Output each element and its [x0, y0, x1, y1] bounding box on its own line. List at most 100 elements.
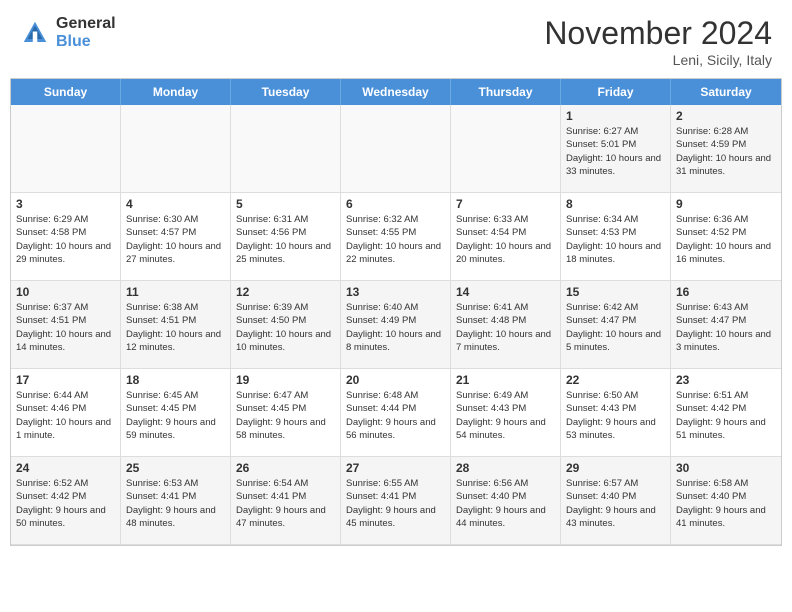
day-number: 19	[236, 373, 335, 387]
day-info: Sunrise: 6:54 AMSunset: 4:41 PMDaylight:…	[236, 477, 335, 530]
day-number: 26	[236, 461, 335, 475]
table-row	[11, 105, 121, 193]
day-info: Sunrise: 6:28 AMSunset: 4:59 PMDaylight:…	[676, 125, 776, 178]
day-info: Sunrise: 6:48 AMSunset: 4:44 PMDaylight:…	[346, 389, 445, 442]
day-number: 21	[456, 373, 555, 387]
day-info: Sunrise: 6:41 AMSunset: 4:48 PMDaylight:…	[456, 301, 555, 354]
table-row	[451, 105, 561, 193]
table-row: 15 Sunrise: 6:42 AMSunset: 4:47 PMDaylig…	[561, 281, 671, 369]
header-saturday: Saturday	[671, 79, 781, 105]
table-row: 16 Sunrise: 6:43 AMSunset: 4:47 PMDaylig…	[671, 281, 781, 369]
day-info: Sunrise: 6:33 AMSunset: 4:54 PMDaylight:…	[456, 213, 555, 266]
day-number: 14	[456, 285, 555, 299]
day-number: 22	[566, 373, 665, 387]
logo: General Blue	[20, 15, 116, 51]
day-number: 17	[16, 373, 115, 387]
logo-text: General Blue	[56, 15, 116, 51]
day-info: Sunrise: 6:44 AMSunset: 4:46 PMDaylight:…	[16, 389, 115, 442]
day-info: Sunrise: 6:42 AMSunset: 4:47 PMDaylight:…	[566, 301, 665, 354]
day-info: Sunrise: 6:53 AMSunset: 4:41 PMDaylight:…	[126, 477, 225, 530]
table-row: 30 Sunrise: 6:58 AMSunset: 4:40 PMDaylig…	[671, 457, 781, 545]
location: Leni, Sicily, Italy	[544, 52, 772, 68]
header-monday: Monday	[121, 79, 231, 105]
header-tuesday: Tuesday	[231, 79, 341, 105]
day-info: Sunrise: 6:43 AMSunset: 4:47 PMDaylight:…	[676, 301, 776, 354]
day-number: 4	[126, 197, 225, 211]
table-row	[231, 105, 341, 193]
table-row: 6 Sunrise: 6:32 AMSunset: 4:55 PMDayligh…	[341, 193, 451, 281]
day-info: Sunrise: 6:50 AMSunset: 4:43 PMDaylight:…	[566, 389, 665, 442]
day-number: 5	[236, 197, 335, 211]
header-sunday: Sunday	[11, 79, 121, 105]
page-header: General Blue November 2024 Leni, Sicily,…	[0, 0, 792, 78]
table-row: 8 Sunrise: 6:34 AMSunset: 4:53 PMDayligh…	[561, 193, 671, 281]
day-info: Sunrise: 6:45 AMSunset: 4:45 PMDaylight:…	[126, 389, 225, 442]
day-info: Sunrise: 6:51 AMSunset: 4:42 PMDaylight:…	[676, 389, 776, 442]
table-row: 28 Sunrise: 6:56 AMSunset: 4:40 PMDaylig…	[451, 457, 561, 545]
calendar: Sunday Monday Tuesday Wednesday Thursday…	[10, 78, 782, 546]
calendar-header: Sunday Monday Tuesday Wednesday Thursday…	[11, 79, 781, 105]
day-number: 9	[676, 197, 776, 211]
table-row: 12 Sunrise: 6:39 AMSunset: 4:50 PMDaylig…	[231, 281, 341, 369]
day-info: Sunrise: 6:56 AMSunset: 4:40 PMDaylight:…	[456, 477, 555, 530]
day-info: Sunrise: 6:36 AMSunset: 4:52 PMDaylight:…	[676, 213, 776, 266]
calendar-body: 1 Sunrise: 6:27 AMSunset: 5:01 PMDayligh…	[11, 105, 781, 545]
day-number: 6	[346, 197, 445, 211]
table-row: 17 Sunrise: 6:44 AMSunset: 4:46 PMDaylig…	[11, 369, 121, 457]
table-row: 14 Sunrise: 6:41 AMSunset: 4:48 PMDaylig…	[451, 281, 561, 369]
table-row: 18 Sunrise: 6:45 AMSunset: 4:45 PMDaylig…	[121, 369, 231, 457]
table-row: 21 Sunrise: 6:49 AMSunset: 4:43 PMDaylig…	[451, 369, 561, 457]
header-thursday: Thursday	[451, 79, 561, 105]
page-container: General Blue November 2024 Leni, Sicily,…	[0, 0, 792, 546]
day-info: Sunrise: 6:40 AMSunset: 4:49 PMDaylight:…	[346, 301, 445, 354]
table-row: 20 Sunrise: 6:48 AMSunset: 4:44 PMDaylig…	[341, 369, 451, 457]
day-number: 28	[456, 461, 555, 475]
day-info: Sunrise: 6:49 AMSunset: 4:43 PMDaylight:…	[456, 389, 555, 442]
day-number: 27	[346, 461, 445, 475]
day-number: 3	[16, 197, 115, 211]
day-number: 18	[126, 373, 225, 387]
table-row: 2 Sunrise: 6:28 AMSunset: 4:59 PMDayligh…	[671, 105, 781, 193]
day-info: Sunrise: 6:34 AMSunset: 4:53 PMDaylight:…	[566, 213, 665, 266]
day-info: Sunrise: 6:30 AMSunset: 4:57 PMDaylight:…	[126, 213, 225, 266]
day-number: 30	[676, 461, 776, 475]
day-number: 24	[16, 461, 115, 475]
day-info: Sunrise: 6:37 AMSunset: 4:51 PMDaylight:…	[16, 301, 115, 354]
day-info: Sunrise: 6:47 AMSunset: 4:45 PMDaylight:…	[236, 389, 335, 442]
month-title: November 2024	[544, 15, 772, 52]
day-number: 1	[566, 109, 665, 123]
table-row: 7 Sunrise: 6:33 AMSunset: 4:54 PMDayligh…	[451, 193, 561, 281]
day-number: 7	[456, 197, 555, 211]
table-row: 25 Sunrise: 6:53 AMSunset: 4:41 PMDaylig…	[121, 457, 231, 545]
table-row: 24 Sunrise: 6:52 AMSunset: 4:42 PMDaylig…	[11, 457, 121, 545]
table-row: 23 Sunrise: 6:51 AMSunset: 4:42 PMDaylig…	[671, 369, 781, 457]
table-row: 1 Sunrise: 6:27 AMSunset: 5:01 PMDayligh…	[561, 105, 671, 193]
day-number: 20	[346, 373, 445, 387]
day-info: Sunrise: 6:57 AMSunset: 4:40 PMDaylight:…	[566, 477, 665, 530]
day-number: 8	[566, 197, 665, 211]
table-row	[341, 105, 451, 193]
day-number: 11	[126, 285, 225, 299]
table-row: 13 Sunrise: 6:40 AMSunset: 4:49 PMDaylig…	[341, 281, 451, 369]
day-number: 25	[126, 461, 225, 475]
table-row: 27 Sunrise: 6:55 AMSunset: 4:41 PMDaylig…	[341, 457, 451, 545]
table-row: 10 Sunrise: 6:37 AMSunset: 4:51 PMDaylig…	[11, 281, 121, 369]
day-info: Sunrise: 6:58 AMSunset: 4:40 PMDaylight:…	[676, 477, 776, 530]
day-number: 15	[566, 285, 665, 299]
header-friday: Friday	[561, 79, 671, 105]
logo-blue-text: Blue	[56, 33, 116, 51]
day-info: Sunrise: 6:31 AMSunset: 4:56 PMDaylight:…	[236, 213, 335, 266]
day-number: 16	[676, 285, 776, 299]
table-row	[121, 105, 231, 193]
table-row: 29 Sunrise: 6:57 AMSunset: 4:40 PMDaylig…	[561, 457, 671, 545]
day-number: 29	[566, 461, 665, 475]
day-number: 10	[16, 285, 115, 299]
table-row: 22 Sunrise: 6:50 AMSunset: 4:43 PMDaylig…	[561, 369, 671, 457]
table-row: 5 Sunrise: 6:31 AMSunset: 4:56 PMDayligh…	[231, 193, 341, 281]
title-area: November 2024 Leni, Sicily, Italy	[544, 15, 772, 68]
day-number: 2	[676, 109, 776, 123]
day-info: Sunrise: 6:55 AMSunset: 4:41 PMDaylight:…	[346, 477, 445, 530]
table-row: 9 Sunrise: 6:36 AMSunset: 4:52 PMDayligh…	[671, 193, 781, 281]
table-row: 11 Sunrise: 6:38 AMSunset: 4:51 PMDaylig…	[121, 281, 231, 369]
day-number: 12	[236, 285, 335, 299]
